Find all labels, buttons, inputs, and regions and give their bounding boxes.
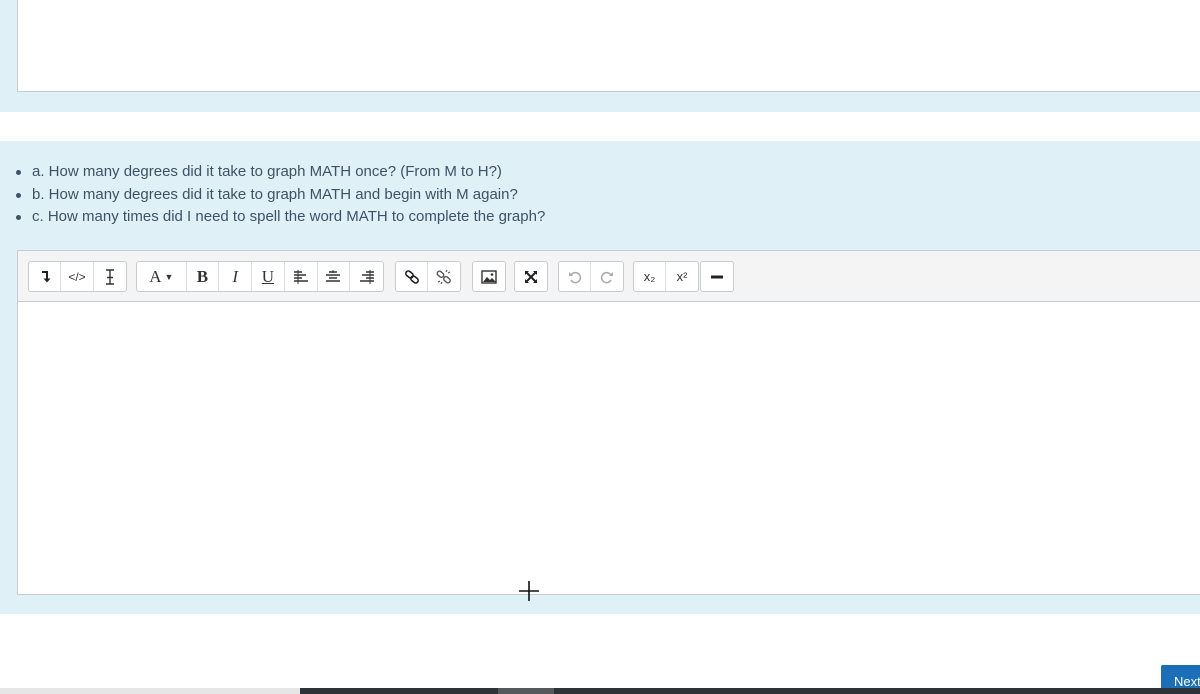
editor-content-area[interactable] [18, 302, 1200, 595]
toolbar-group-links [395, 261, 461, 292]
code-icon: </> [68, 269, 86, 284]
toolbar-group-formatting: A ▼ B I U [136, 261, 384, 292]
toolbar-group-more [700, 261, 734, 292]
toolbar-group-history [558, 261, 624, 292]
redo-icon [600, 270, 614, 284]
insert-image-button[interactable] [473, 262, 505, 291]
more-tools-button[interactable] [701, 262, 733, 291]
italic-icon: I [232, 266, 239, 286]
question-item-b: b. How many degrees did it take to graph… [14, 184, 545, 207]
bold-icon: B [196, 266, 209, 286]
insert-arrow-button[interactable] [29, 262, 62, 291]
arrow-down-icon [39, 270, 51, 284]
answer-editor: </> A ▼ B I U x₂ x² [17, 250, 1200, 595]
horizontal-rule-icon [710, 274, 724, 280]
html-source-button[interactable]: </> [61, 262, 94, 291]
crosshair-cursor-icon [518, 580, 540, 602]
editor-toolbar: </> A ▼ B I U x₂ x² [18, 251, 1200, 302]
link-icon [404, 269, 420, 285]
superscript-icon: x² [676, 269, 688, 284]
text-cursor-icon [104, 268, 116, 286]
question-item-c: c. How many times did I need to spell th… [14, 206, 545, 229]
unlink-icon [435, 269, 453, 285]
toolbar-group-insert: </> [28, 261, 127, 292]
italic-button[interactable]: I [219, 262, 253, 291]
align-center-icon [325, 269, 341, 284]
question-list: a. How many degrees did it take to graph… [14, 161, 545, 229]
subscript-button[interactable]: x₂ [634, 262, 667, 291]
fullscreen-button[interactable] [515, 262, 547, 291]
scrollbar-thumb[interactable] [498, 688, 554, 694]
toolbar-group-fullscreen [514, 261, 548, 292]
toolbar-group-script: x₂ x² [633, 261, 699, 292]
subscript-icon: x₂ [643, 269, 656, 284]
text-cursor-button[interactable] [94, 262, 126, 291]
align-right-button[interactable] [350, 262, 383, 291]
link-button[interactable] [396, 262, 429, 291]
unlink-button[interactable] [428, 262, 460, 291]
underline-button[interactable]: U [252, 262, 285, 291]
undo-button[interactable] [559, 262, 592, 291]
align-right-icon [359, 269, 375, 284]
font-color-button[interactable]: A ▼ [137, 262, 187, 291]
redo-button[interactable] [591, 262, 623, 291]
font-color-icon: A [149, 266, 162, 286]
align-left-button[interactable] [285, 262, 318, 291]
previous-answer-editor[interactable] [17, 0, 1200, 92]
scrollbar-track [300, 688, 1200, 694]
align-left-icon [293, 269, 309, 284]
horizontal-scrollbar[interactable] [0, 688, 1200, 694]
undo-icon [568, 270, 582, 284]
superscript-button[interactable]: x² [666, 262, 698, 291]
question-item-a: a. How many degrees did it take to graph… [14, 161, 545, 184]
image-icon [481, 269, 497, 284]
caret-down-icon: ▼ [164, 271, 174, 282]
underline-icon: U [261, 266, 275, 286]
align-center-button[interactable] [318, 262, 351, 291]
expand-icon [524, 270, 538, 284]
bold-button[interactable]: B [187, 262, 220, 291]
toolbar-group-image [472, 261, 506, 292]
